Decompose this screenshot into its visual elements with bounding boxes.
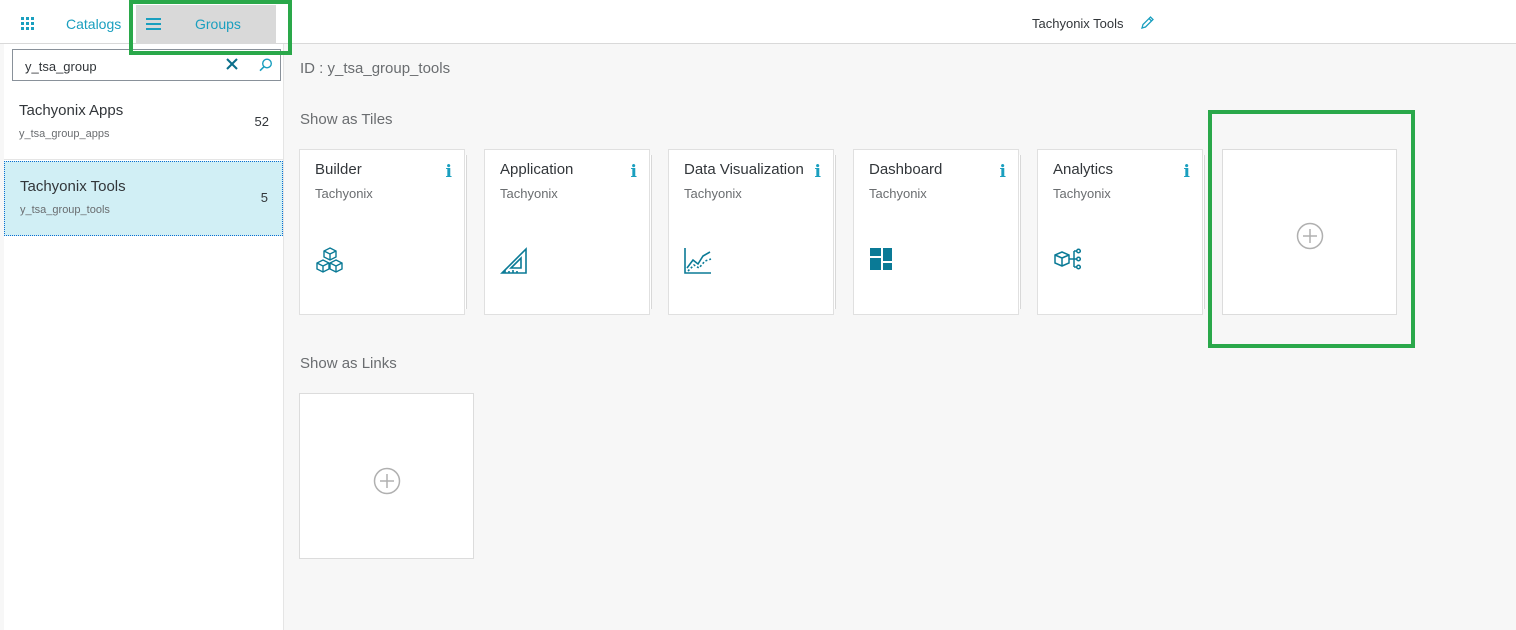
info-icon[interactable]: i [1000,162,1006,182]
add-tile-button[interactable] [1222,149,1397,315]
search-icon[interactable] [259,58,273,77]
tile-application[interactable]: Application Tachyonix i [484,149,650,315]
shell-header: Catalogs Groups Tachyonix Tools [0,0,1516,44]
tab-groups-label: Groups [195,16,241,32]
group-id-line: ID : y_tsa_group_tools [300,60,451,77]
tile-title: Builder [315,161,362,178]
info-icon[interactable]: i [1184,162,1190,182]
page-title: Tachyonix Tools [1032,16,1124,31]
tiles-section-title: Show as Tiles [300,111,393,128]
group-item-tachyonix-apps[interactable]: Tachyonix Apps y_tsa_group_apps 52 [4,86,283,160]
tile-subtitle: Tachyonix [500,186,558,201]
add-link-button[interactable] [299,393,474,559]
tile-subtitle: Tachyonix [1053,186,1111,201]
tile-title: Data Visualization [684,161,804,178]
dashboard-icon [868,246,896,279]
network-cube-icon [1052,246,1082,281]
tile-analytics[interactable]: Analytics Tachyonix i [1037,149,1203,315]
tile-subtitle: Tachyonix [315,186,373,201]
add-icon [1296,222,1324,255]
apps-icon [21,17,35,36]
info-icon[interactable]: i [631,162,637,182]
search-field [12,49,281,81]
group-title: Tachyonix Apps [19,102,124,119]
cubes-icon [314,246,346,281]
info-icon[interactable]: i [815,162,821,182]
tab-catalogs[interactable]: Catalogs [12,5,130,43]
tile-title: Application [500,161,574,178]
group-title: Tachyonix Tools [20,178,126,195]
clear-icon[interactable] [225,57,239,76]
tab-catalogs-label: Catalogs [66,16,122,32]
group-item-tachyonix-tools[interactable]: Tachyonix Tools y_tsa_group_tools 5 [4,161,283,236]
search-input[interactable] [23,56,217,76]
group-tile-count: 52 [254,114,269,129]
add-icon [373,467,401,500]
group-tile-count: 5 [260,190,268,205]
menu-icon [146,17,162,36]
tile-data-visualization[interactable]: Data Visualization Tachyonix i [668,149,834,315]
tab-groups[interactable]: Groups [136,5,276,43]
groups-panel: Tachyonix Apps y_tsa_group_apps 52 Tachy… [4,44,284,630]
tile-subtitle: Tachyonix [684,186,742,201]
info-icon[interactable]: i [446,162,452,182]
tile-subtitle: Tachyonix [869,186,927,201]
group-id: y_tsa_group_tools [20,204,110,216]
tile-title: Analytics [1053,161,1114,178]
tile-title: Dashboard [869,161,943,178]
tile-builder[interactable]: Builder Tachyonix i [299,149,465,315]
edit-icon[interactable] [1140,15,1155,35]
line-chart-icon [683,246,713,281]
links-section-title: Show as Links [300,355,397,372]
set-square-icon [499,246,529,281]
tile-dashboard[interactable]: Dashboard Tachyonix i [853,149,1019,315]
group-id: y_tsa_group_apps [19,128,110,140]
